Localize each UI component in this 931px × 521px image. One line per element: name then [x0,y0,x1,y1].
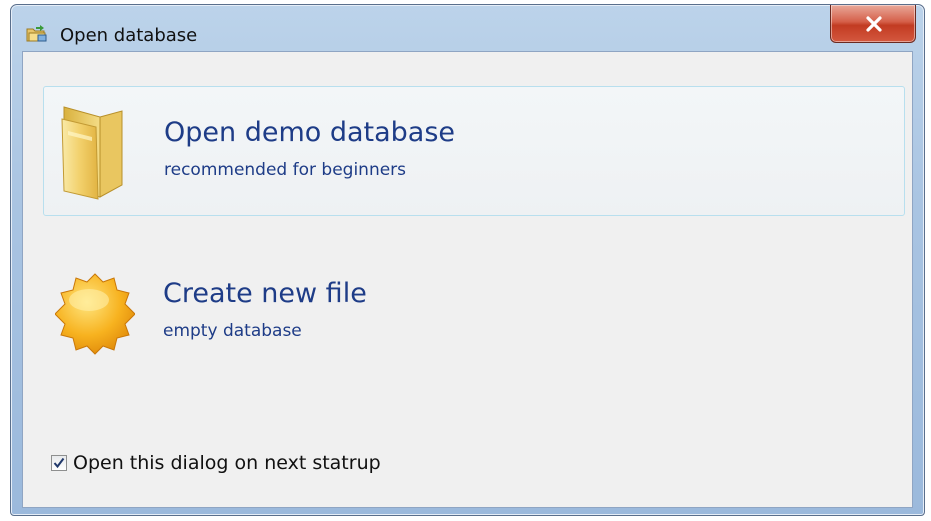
database-open-icon [26,25,48,43]
startup-checkbox[interactable] [51,455,67,471]
create-new-file-option[interactable]: Create new file empty database [43,248,905,378]
open-demo-database-title: Open demo database [164,117,456,148]
window-title: Open database [60,25,198,46]
folder-icon [56,101,136,201]
open-demo-database-subtitle: recommended for beginners [164,160,407,180]
create-new-file-subtitle: empty database [163,321,302,341]
new-starburst-icon [54,262,136,362]
startup-checkbox-label: Open this dialog on next statrup [73,452,381,474]
open-demo-database-option[interactable]: Open demo database recommended for begin… [43,86,905,216]
dialog-content: Open demo database recommended for begin… [22,51,913,508]
title-bar[interactable]: Open database [11,5,924,51]
startup-option[interactable]: Open this dialog on next statrup [51,450,381,476]
create-new-file-title: Create new file [163,278,367,309]
open-database-dialog: Open database Open demo database recomme… [10,4,925,516]
close-button[interactable] [830,5,916,43]
